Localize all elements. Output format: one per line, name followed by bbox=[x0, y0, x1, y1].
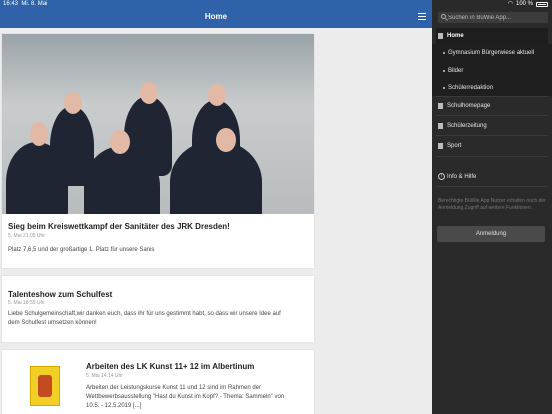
login-button[interactable]: Anmeldung bbox=[437, 226, 545, 242]
sidebar-item-label: Schulhomepage bbox=[447, 103, 491, 109]
post-date: 5. Mai 21:05 Uhr bbox=[8, 233, 45, 239]
main-content: Home Sieg beim Kreiswettkampf der Sanitä… bbox=[0, 0, 432, 414]
post-date: 5. Mai 14:14 Uhr bbox=[86, 373, 123, 379]
divider bbox=[436, 115, 548, 116]
bullet-icon bbox=[443, 87, 445, 89]
document-icon bbox=[438, 33, 443, 39]
post-excerpt-line: Liebe Schulgemeinschaft,wir danken euch,… bbox=[8, 311, 281, 317]
post-excerpt-line: dem Schulfest umsetzen können! bbox=[8, 320, 97, 326]
page-title: Home bbox=[204, 12, 228, 21]
status-right: ◠ 100 % bbox=[508, 0, 548, 9]
sidebar-item-label: Home bbox=[447, 33, 464, 39]
divider bbox=[436, 96, 548, 97]
document-icon bbox=[438, 123, 443, 129]
sidebar-subitem-aktuell[interactable]: Gymnasium Bürgerwiese aktuell bbox=[436, 45, 548, 61]
login-note: Berechtigte BüWie App Nutzer erhalten na… bbox=[438, 198, 546, 211]
post-card[interactable]: Sieg beim Kreiswettkampf der Sanitäter d… bbox=[2, 34, 314, 268]
status-time-date: 16:43 Mi. 8. Mai bbox=[3, 0, 47, 9]
status-bar: 16:43 Mi. 8. Mai ◠ 100 % bbox=[0, 0, 552, 9]
sidebar-item-label: Bilder bbox=[448, 68, 464, 74]
sidebar-item-label: Info & Hilfe bbox=[447, 174, 477, 180]
post-excerpt: Liebe Schulgemeinschaft,wir danken euch,… bbox=[8, 310, 281, 328]
post-excerpt: Platz 7,6,5 und der großartige 1. Platz … bbox=[8, 247, 155, 253]
sidebar-item-label: Sport bbox=[447, 143, 462, 149]
post-card[interactable]: Arbeiten des LK Kunst 11+ 12 im Albertin… bbox=[2, 350, 314, 414]
menu-icon[interactable] bbox=[418, 13, 426, 20]
post-thumbnail bbox=[30, 366, 60, 406]
divider bbox=[436, 156, 548, 157]
status-time: 16:43 bbox=[3, 1, 19, 7]
sidebar-item-label: Gymnasium Bürgerwiese aktuell bbox=[448, 50, 535, 56]
bullet-icon bbox=[443, 52, 445, 54]
post-excerpt: Arbeiten der Leistungskurse Kunst 11 und… bbox=[86, 384, 284, 411]
search-box[interactable] bbox=[438, 12, 548, 23]
post-excerpt-line: Wettbewerbsausstellung "Hast du Kunst im… bbox=[86, 394, 285, 400]
post-card[interactable]: Talenteshow zum Schulfest 5. Mai 18:55 U… bbox=[2, 276, 314, 342]
search-icon bbox=[441, 14, 446, 19]
sidebar-item-info[interactable]: i Info & Hilfe bbox=[436, 169, 548, 185]
sidebar-item-schuelerzeitung[interactable]: Schülerzeitung bbox=[436, 118, 548, 134]
sidebar-item-schulhomepage[interactable]: Schulhomepage bbox=[436, 98, 548, 114]
document-icon bbox=[438, 143, 443, 149]
divider bbox=[436, 135, 548, 136]
divider bbox=[436, 186, 548, 187]
info-icon: i bbox=[438, 173, 445, 180]
post-photo bbox=[2, 34, 314, 214]
sidebar-subitem-schuelerredaktion[interactable]: Schülerredaktion bbox=[436, 80, 548, 96]
post-excerpt-line: 10.5. - 12.5.2019 [...] bbox=[86, 403, 142, 409]
sidebar-item-home[interactable]: Home bbox=[436, 28, 548, 44]
search-input[interactable] bbox=[448, 12, 544, 23]
battery-icon bbox=[536, 2, 548, 7]
post-date: 5. Mai 18:55 Uhr bbox=[8, 300, 45, 306]
wifi-icon: ◠ bbox=[507, 1, 513, 7]
battery-percent: 100 % bbox=[515, 1, 533, 7]
sidebar-subitem-bilder[interactable]: Bilder bbox=[436, 63, 548, 79]
post-excerpt-line: Arbeiten der Leistungskurse Kunst 11 und… bbox=[86, 385, 261, 391]
post-title[interactable]: Sieg beim Kreiswettkampf der Sanitäter d… bbox=[8, 222, 230, 231]
sidebar-item-label: Schülerredaktion bbox=[448, 85, 494, 91]
document-icon bbox=[438, 103, 443, 109]
sidebar-item-label: Schülerzeitung bbox=[447, 123, 487, 129]
sidebar-item-sport[interactable]: Sport bbox=[436, 138, 548, 154]
status-date: Mi. 8. Mai bbox=[21, 1, 48, 7]
post-title[interactable]: Talenteshow zum Schulfest bbox=[8, 290, 112, 299]
post-title[interactable]: Arbeiten des LK Kunst 11+ 12 im Albertin… bbox=[86, 362, 254, 371]
bullet-icon bbox=[443, 70, 445, 72]
